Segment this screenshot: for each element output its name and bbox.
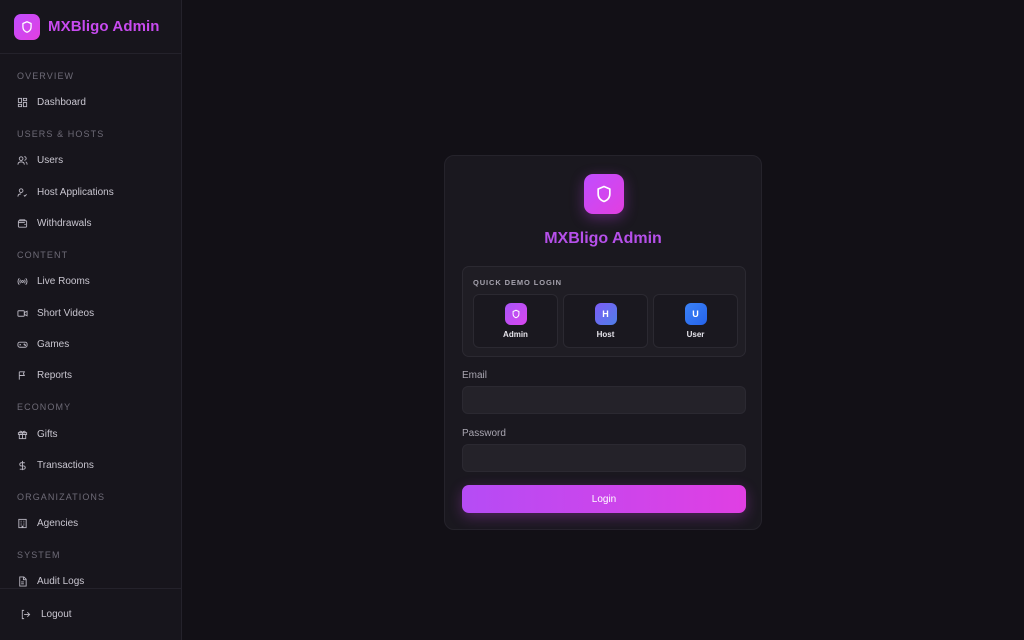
building-icon <box>18 519 27 529</box>
sidebar-nav: OVERVIEW Dashboard USERS & HOSTS Users H… <box>0 54 181 588</box>
email-field[interactable] <box>462 386 746 414</box>
sidebar-item-label: Gifts <box>37 428 58 440</box>
shield-icon <box>14 13 40 40</box>
flag-icon <box>18 371 26 380</box>
sidebar-item-users[interactable]: Users <box>0 145 181 176</box>
section-title-content: CONTENT <box>17 250 69 261</box>
email-label: Email <box>462 370 488 381</box>
sidebar-item-label: Withdrawals <box>37 218 92 230</box>
sidebar-item-label: Users <box>37 155 64 167</box>
sidebar-item-label: Live Rooms <box>37 276 90 288</box>
password-label: Password <box>462 428 506 439</box>
login-button[interactable]: Login <box>462 485 746 513</box>
sidebar-item-label: Games <box>37 338 70 350</box>
dashboard-icon <box>17 98 28 108</box>
sidebar-item-gifts[interactable]: Gifts <box>0 418 181 449</box>
quick-demo-title: QUICK DEMO LOGIN <box>473 278 562 287</box>
sidebar-item-label: Dashboard <box>37 97 86 109</box>
demo-account-name: Admin <box>503 330 528 339</box>
host-avatar: H <box>594 303 617 325</box>
file-icon <box>19 576 27 587</box>
demo-login-admin-button[interactable]: Admin <box>473 294 558 348</box>
demo-login-host-button[interactable]: H Host <box>563 294 648 348</box>
sidebar-item-label: Transactions <box>37 459 94 471</box>
admin-avatar <box>504 303 527 325</box>
brand-header: MXBligo Admin <box>0 0 181 54</box>
sidebar-item-games[interactable]: Games <box>0 329 181 360</box>
logout-button[interactable]: Logout <box>0 588 181 640</box>
sidebar-item-host-applications[interactable]: Host Applications <box>0 177 181 208</box>
brand-title: MXBligo Admin <box>48 18 160 35</box>
section-title-organizations: ORGANIZATIONS <box>17 491 106 502</box>
user-avatar: U <box>684 303 707 325</box>
sidebar-item-label: Reports <box>37 370 73 382</box>
dollar-icon <box>19 460 26 470</box>
section-title-users-hosts: USERS & HOSTS <box>17 129 105 140</box>
login-card: MXBligo Admin QUICK DEMO LOGIN Admin H H… <box>444 155 762 530</box>
login-title: MXBligo Admin <box>544 230 662 247</box>
demo-account-name: Host <box>596 330 615 339</box>
section-title-system: SYSTEM <box>17 550 61 561</box>
sidebar-item-live-rooms[interactable]: Live Rooms <box>0 266 181 297</box>
password-field[interactable] <box>462 444 746 472</box>
sidebar-item-label: Host Applications <box>37 186 114 198</box>
user-check-icon <box>17 188 27 197</box>
sidebar-item-audit-logs[interactable]: Audit Logs <box>0 566 181 588</box>
shield-icon <box>584 174 624 214</box>
sidebar-item-reports[interactable]: Reports <box>0 360 181 391</box>
gift-icon <box>17 430 28 439</box>
demo-account-name: User <box>686 330 705 339</box>
gamepad-icon <box>17 341 28 348</box>
sidebar-item-label: Agencies <box>37 518 79 530</box>
quick-demo-panel: QUICK DEMO LOGIN Admin H Host U User <box>462 266 746 357</box>
sidebar: MXBligo Admin OVERVIEW Dashboard USERS &… <box>0 0 182 640</box>
sidebar-item-dashboard[interactable]: Dashboard <box>0 87 181 118</box>
sidebar-item-agencies[interactable]: Agencies <box>0 508 181 539</box>
sidebar-item-label: Short Videos <box>37 307 95 319</box>
section-title-overview: OVERVIEW <box>17 71 75 81</box>
logout-icon <box>21 609 31 620</box>
main-area: MXBligo Admin QUICK DEMO LOGIN Admin H H… <box>182 0 1024 640</box>
wallet-icon <box>17 219 28 228</box>
section-title-economy: ECONOMY <box>17 402 72 413</box>
shield-icon <box>512 309 519 319</box>
logout-label: Logout <box>41 609 72 620</box>
sidebar-item-withdrawals[interactable]: Withdrawals <box>0 208 181 239</box>
demo-login-user-button[interactable]: U User <box>653 294 738 348</box>
app-root: MXBligo Admin OVERVIEW Dashboard USERS &… <box>0 0 1024 640</box>
demo-account-list: Admin H Host U User <box>473 294 738 348</box>
video-icon <box>17 309 28 317</box>
sidebar-item-short-videos[interactable]: Short Videos <box>0 297 181 328</box>
sidebar-item-label: Audit Logs <box>37 576 85 588</box>
broadcast-icon <box>17 278 28 286</box>
users-icon <box>17 156 28 166</box>
sidebar-item-transactions[interactable]: Transactions <box>0 450 181 481</box>
